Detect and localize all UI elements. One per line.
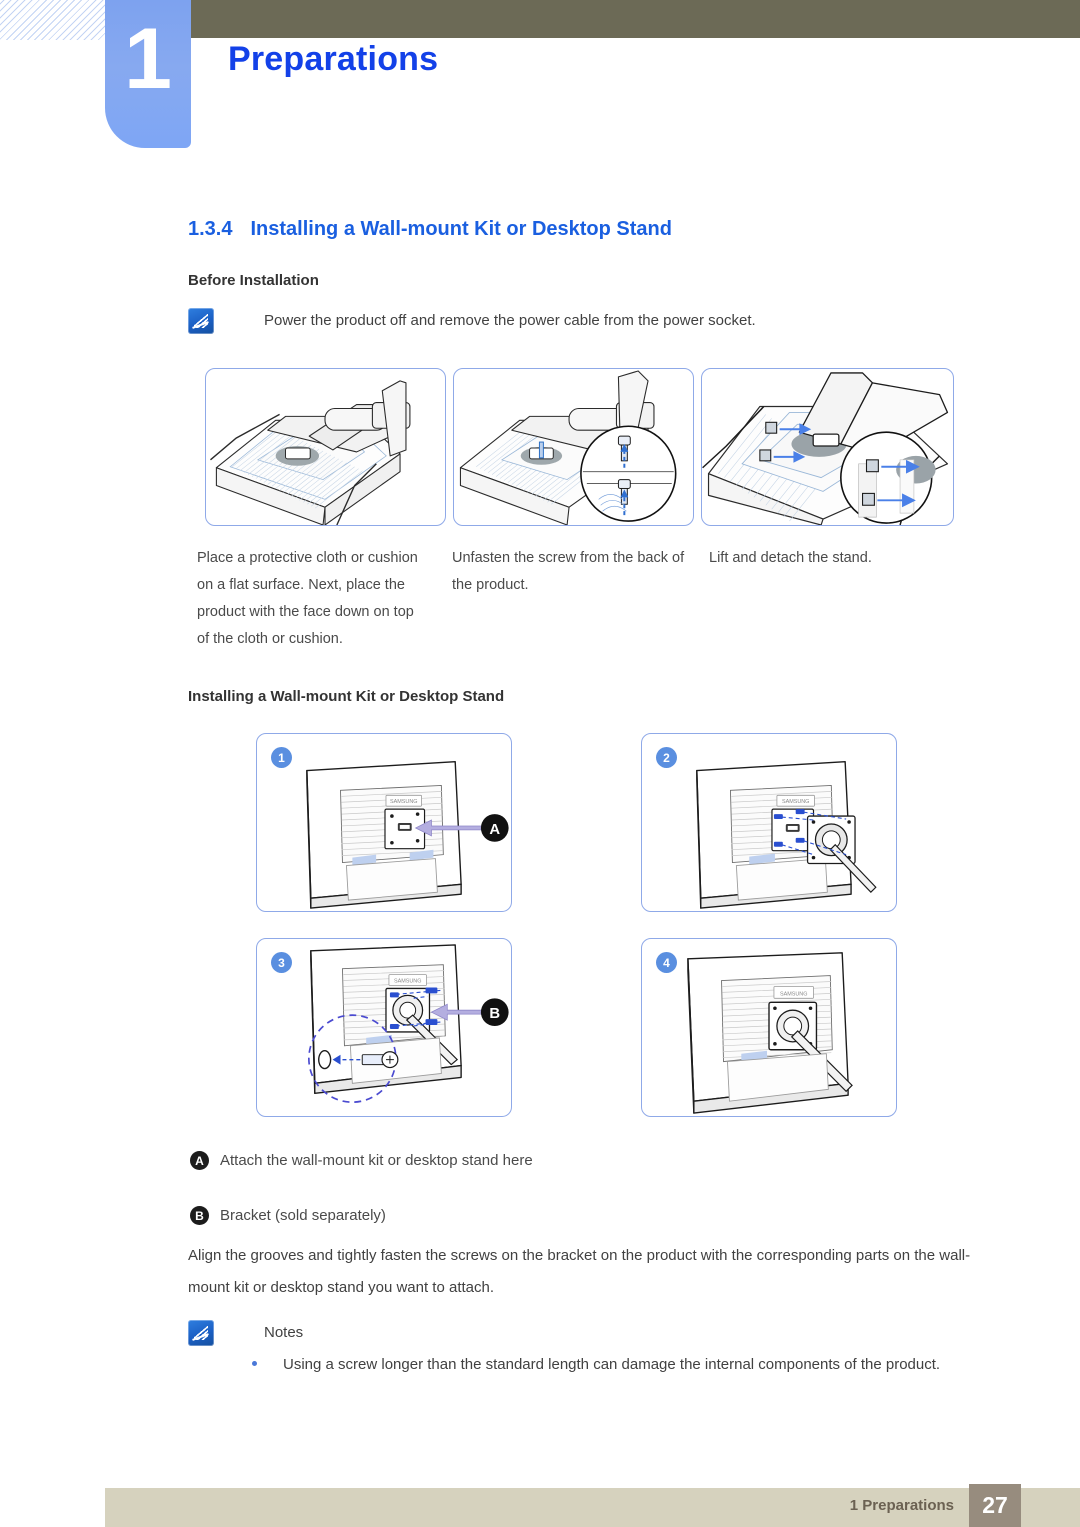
chapter-number: 1 xyxy=(124,11,172,107)
page-header: 1 Preparations xyxy=(0,0,1080,160)
bracket-fastened-illustration: SAMSUNG B xyxy=(308,944,509,1103)
illustration-panel-lift-detach xyxy=(701,368,954,526)
legend-item-a: A Attach the wall-mount kit or desktop s… xyxy=(190,1151,533,1170)
body-paragraph: Align the grooves and tightly fasten the… xyxy=(188,1247,971,1296)
notes-bullet-item: Using a screw longer than the standard l… xyxy=(252,1350,982,1379)
before-installation-heading: Before Installation xyxy=(188,272,319,289)
step-badge-1: 1 xyxy=(271,747,292,768)
notes-block: Notes xyxy=(188,1320,978,1346)
monitor-face-down-illustration xyxy=(210,380,411,525)
section-number: 1.3.4 xyxy=(188,218,233,240)
before-installation-note-text: Power the product off and remove the pow… xyxy=(264,312,756,329)
legend-item-b: B Bracket (sold separately) xyxy=(190,1206,386,1225)
step-badge-2: 2 xyxy=(656,747,677,768)
lift-and-detach-stand-illustration xyxy=(702,372,949,525)
note-pen-icon xyxy=(188,308,214,334)
install-panel-step-2: 2 SAMSUNG xyxy=(641,733,897,912)
monitor-back-vesa-illustration: SAMSUNG A xyxy=(306,760,509,909)
illustration-panel-place-cloth xyxy=(205,368,446,526)
footer-page-number: 27 xyxy=(969,1484,1021,1527)
svg-text:SAMSUNG: SAMSUNG xyxy=(782,799,809,805)
legend-tag-b: B xyxy=(190,1206,209,1225)
header-olive-bar xyxy=(190,0,1080,38)
svg-text:SAMSUNG: SAMSUNG xyxy=(394,979,421,985)
install-panel-step-3: 3 SAMSUNG B xyxy=(256,938,512,1117)
header-hatch-pattern xyxy=(0,0,106,40)
legend-tag-a: A xyxy=(190,1151,209,1170)
panel-caption-2: Unfasten the screw from the back of the … xyxy=(452,550,685,593)
section-title: Installing a Wall-mount Kit or Desktop S… xyxy=(250,218,672,240)
section-heading: 1.3.4 Installing a Wall-mount Kit or Desk… xyxy=(188,218,672,241)
bracket-alignment-illustration: SAMSUNG xyxy=(696,760,877,909)
bullet-dot-icon xyxy=(252,1361,257,1366)
footer-label: 1 Preparations xyxy=(849,1497,954,1514)
note-pen-icon xyxy=(188,1320,214,1346)
step-badge-3: 3 xyxy=(271,952,292,973)
chapter-tab: 1 xyxy=(105,0,191,148)
svg-text:B: B xyxy=(489,1006,500,1022)
svg-text:A: A xyxy=(489,822,500,838)
legend-text-b: Bracket (sold separately) xyxy=(220,1207,386,1224)
before-installation-note: Power the product off and remove the pow… xyxy=(188,308,978,334)
illustration-panel-unfasten-screw xyxy=(453,368,694,526)
svg-text:SAMSUNG: SAMSUNG xyxy=(390,799,417,805)
panel-caption-3: Lift and detach the stand. xyxy=(709,550,872,566)
panel-caption-1: Place a protective cloth or cushion on a… xyxy=(197,550,418,647)
install-subsection-heading: Installing a Wall-mount Kit or Desktop S… xyxy=(188,688,505,705)
notes-bullet-text: Using a screw longer than the standard l… xyxy=(283,1356,941,1373)
notes-heading: Notes xyxy=(264,1324,304,1341)
chapter-title: Preparations xyxy=(228,40,439,78)
step-badge-4: 4 xyxy=(656,952,677,973)
unfasten-screw-illustration xyxy=(459,370,677,525)
install-panel-step-1: 1 SAMSUNG A xyxy=(256,733,512,912)
install-panel-step-4: 4 SAMSUNG xyxy=(641,938,897,1117)
bracket-attached-illustration: SAMSUNG xyxy=(687,952,853,1114)
svg-text:SAMSUNG: SAMSUNG xyxy=(780,991,807,997)
legend-text-a: Attach the wall-mount kit or desktop sta… xyxy=(220,1152,533,1169)
